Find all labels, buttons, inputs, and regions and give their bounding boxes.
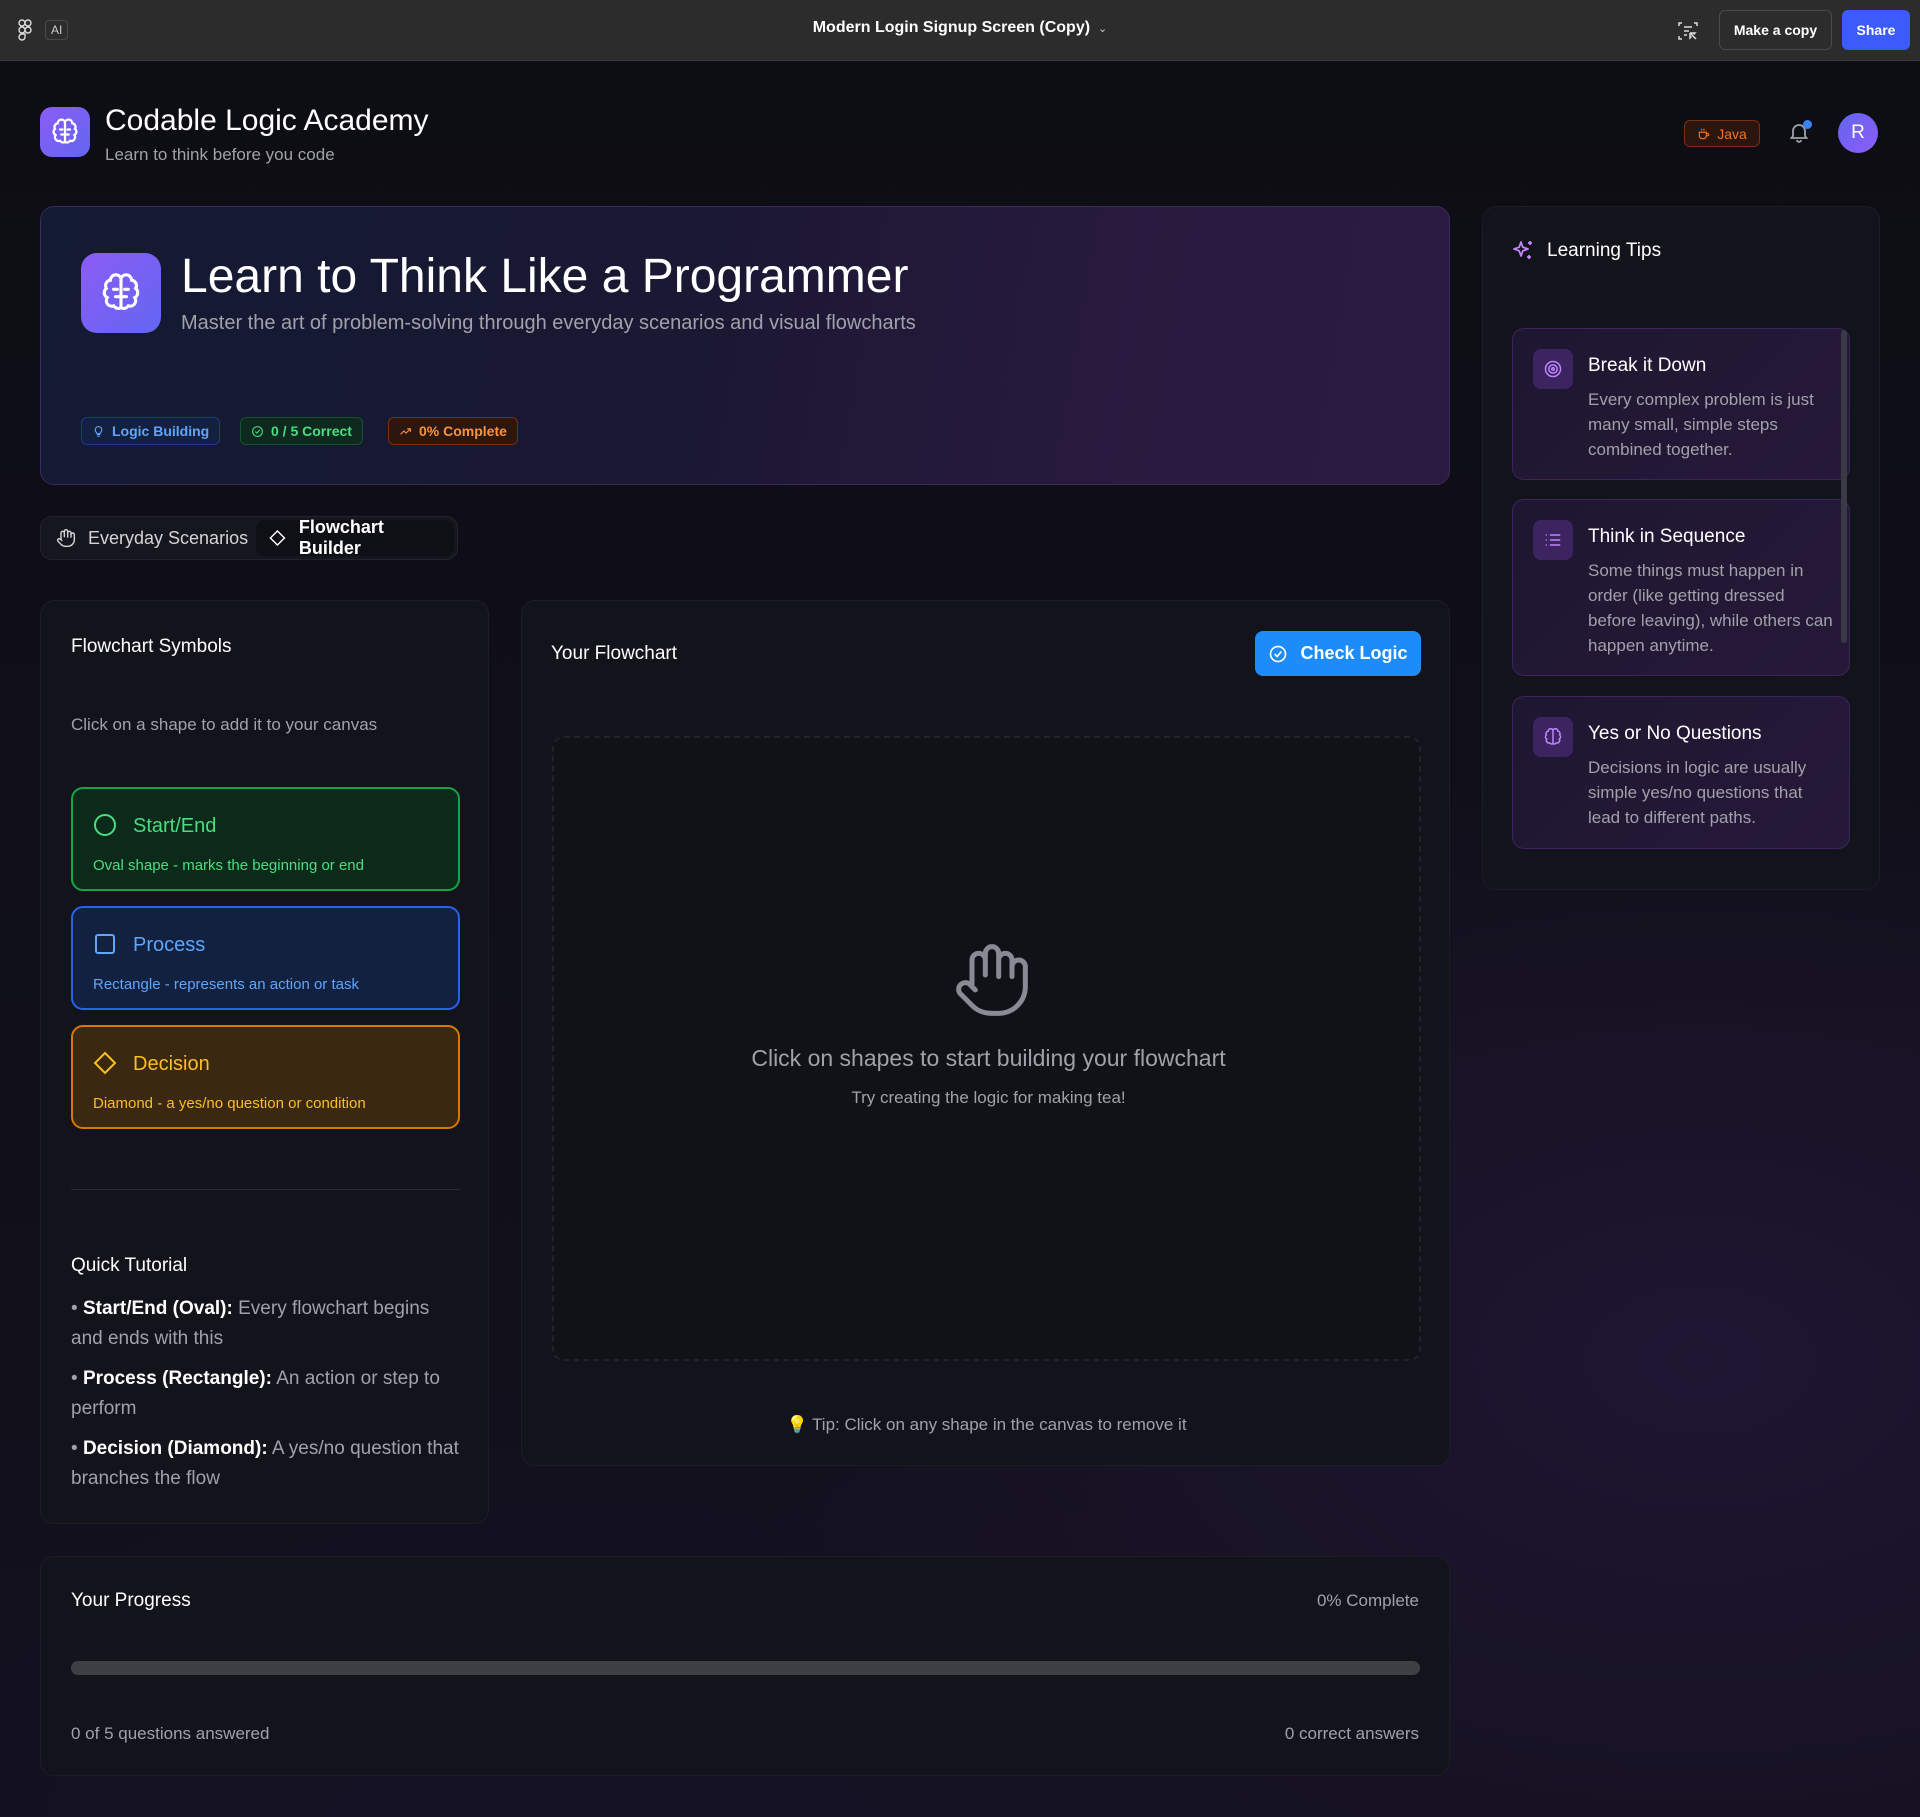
canvas-empty-message: Click on shapes to start building your f… <box>751 1045 1226 1071</box>
tips-header: Learning Tips <box>1511 239 1661 263</box>
check-circle-icon <box>1270 645 1287 662</box>
canvas-empty-sub: Try creating the logic for making tea! <box>851 1088 1126 1107</box>
tips-title: Learning Tips <box>1547 240 1662 261</box>
tutorial-term: Start/End (Oval): <box>82 1298 233 1319</box>
chevron-down-icon: ⌄ <box>1098 23 1108 35</box>
diamond-icon <box>269 529 286 547</box>
tutorial-item: • Start/End (Oval): Every flowchart begi… <box>71 1298 430 1349</box>
tip-text: Some things must happen in order (like g… <box>1588 561 1833 655</box>
flowchart-panel: Your Flowchart Check Logic Click on shap… <box>521 600 1450 1466</box>
notification-dot <box>1803 120 1812 129</box>
shape-name: Start/End <box>133 815 217 837</box>
tutorial-item: • Process (Rectangle): An action or step… <box>71 1368 440 1419</box>
tab-everyday-scenarios[interactable]: Everyday Scenarios <box>44 520 260 556</box>
tip-title: Break it Down <box>1588 355 1707 376</box>
make-copy-button[interactable]: Make a copy <box>1719 10 1832 50</box>
progress-panel: Your Progress 0% Complete 0 of 5 questio… <box>40 1556 1450 1776</box>
shape-desc: Rectangle - represents an action or task <box>93 976 359 993</box>
symbols-hint: Click on a shape to add it to your canva… <box>71 715 378 734</box>
shape-process[interactable]: Process Rectangle - represents an action… <box>71 906 460 1010</box>
check-circle-icon <box>252 425 263 437</box>
sparkles-icon <box>1513 241 1532 259</box>
brain-icon <box>40 107 90 157</box>
tips-scrollbar[interactable] <box>1841 330 1847 643</box>
tip-title: Think in Sequence <box>1588 526 1746 547</box>
language-badge-label: Java <box>1717 125 1747 142</box>
share-button[interactable]: Share <box>1842 10 1910 50</box>
tutorial-item: • Decision (Diamond): A yes/no question … <box>71 1438 459 1489</box>
tip-card: Think in Sequence Some things must happe… <box>1512 499 1850 676</box>
divider <box>71 1189 460 1190</box>
tip-text: Decisions in logic are usually simple ye… <box>1588 758 1807 827</box>
trending-up-icon <box>400 427 411 435</box>
flowchart-title: Your Flowchart <box>551 643 678 664</box>
badge-correct: 0 / 5 Correct <box>240 417 363 445</box>
page-subtitle: Master the art of problem-solving throug… <box>181 312 916 334</box>
symbols-panel: Flowchart Symbols Click on a shape to ad… <box>40 600 489 1524</box>
file-title-text: Modern Login Signup Screen (Copy) <box>812 19 1091 36</box>
check-logic-label: Check Logic <box>1300 643 1408 663</box>
figma-toolbar: AI Modern Login Signup Screen (Copy) ⌄ Ma… <box>0 0 1920 61</box>
brand-tagline: Learn to think before you code <box>105 145 335 164</box>
learning-tips-panel: Learning Tips Break it Down Every comple… <box>1482 206 1880 890</box>
shape-name: Decision <box>133 1053 210 1075</box>
tip-card: Yes or No Questions Decisions in logic a… <box>1512 696 1850 849</box>
shape-desc: Diamond - a yes/no question or condition <box>93 1095 366 1112</box>
lightbulb-icon <box>94 425 103 437</box>
canvas-tip-text: Tip: Click on any shape in the canvas to… <box>812 1415 1187 1434</box>
inspect-icon[interactable] <box>1676 19 1700 43</box>
coffee-icon <box>1698 128 1710 139</box>
shape-decision[interactable]: Decision Diamond - a yes/no question or … <box>71 1025 460 1129</box>
flowchart-canvas[interactable]: Click on shapes to start building your f… <box>552 736 1421 1361</box>
questions-answered: 0 of 5 questions answered <box>71 1724 270 1743</box>
shape-start-end[interactable]: Start/End Oval shape - marks the beginni… <box>71 787 460 891</box>
brand-name: Codable Logic Academy <box>105 104 429 137</box>
circle-icon <box>94 814 116 836</box>
tip-text: Every complex problem is just many small… <box>1588 390 1814 459</box>
progress-bar <box>71 1661 1420 1675</box>
diamond-icon <box>93 1051 117 1075</box>
tab-label: Flowchart Builder <box>298 517 384 558</box>
badge-label: 0% Complete <box>419 423 507 439</box>
hero-banner: Learn to Think Like a Programmer Master … <box>40 206 1450 485</box>
badge-complete: 0% Complete <box>388 417 518 445</box>
brain-icon <box>81 253 161 333</box>
symbols-title: Flowchart Symbols <box>71 636 232 657</box>
tip-title: Yes or No Questions <box>1588 723 1762 744</box>
tip-card: Break it Down Every complex problem is j… <box>1512 328 1850 480</box>
lightbulb-icon: 💡 <box>786 1415 808 1434</box>
language-badge[interactable]: Java <box>1684 120 1760 147</box>
tab-label: Everyday Scenarios <box>88 527 249 548</box>
progress-title: Your Progress <box>71 1590 191 1611</box>
correct-answers: 0 correct answers <box>1284 1724 1419 1743</box>
target-icon <box>1533 349 1573 389</box>
canvas-tip: 💡 Tip: Click on any shape in the canvas … <box>522 1415 1451 1435</box>
shape-name: Process <box>133 934 206 956</box>
progress-percent: 0% Complete <box>1316 1591 1419 1610</box>
tutorial-term: Decision (Diamond): <box>82 1438 268 1459</box>
badge-label: Logic Building <box>112 423 210 439</box>
badge-logic-building: Logic Building <box>81 417 221 445</box>
tutorial-title: Quick Tutorial <box>71 1255 188 1276</box>
avatar[interactable]: R <box>1838 113 1878 153</box>
hand-icon <box>956 944 1028 1016</box>
file-title[interactable]: Modern Login Signup Screen (Copy) ⌄ <box>0 19 1920 37</box>
page-title: Learn to Think Like a Programmer <box>181 250 909 303</box>
tutorial-term: Process (Rectangle): <box>82 1368 272 1389</box>
shape-desc: Oval shape - marks the beginning or end <box>93 857 364 874</box>
tab-flowchart-builder[interactable]: Flowchart Builder <box>256 517 454 558</box>
list-icon <box>1533 520 1573 560</box>
brain-icon <box>1533 717 1573 757</box>
check-logic-button[interactable]: Check Logic <box>1255 631 1421 676</box>
badge-label: 0 / 5 Correct <box>271 423 352 439</box>
mode-tabs: Everyday Scenarios Flowchart Builder <box>40 516 458 560</box>
square-icon <box>95 934 115 954</box>
hand-icon <box>56 529 76 548</box>
